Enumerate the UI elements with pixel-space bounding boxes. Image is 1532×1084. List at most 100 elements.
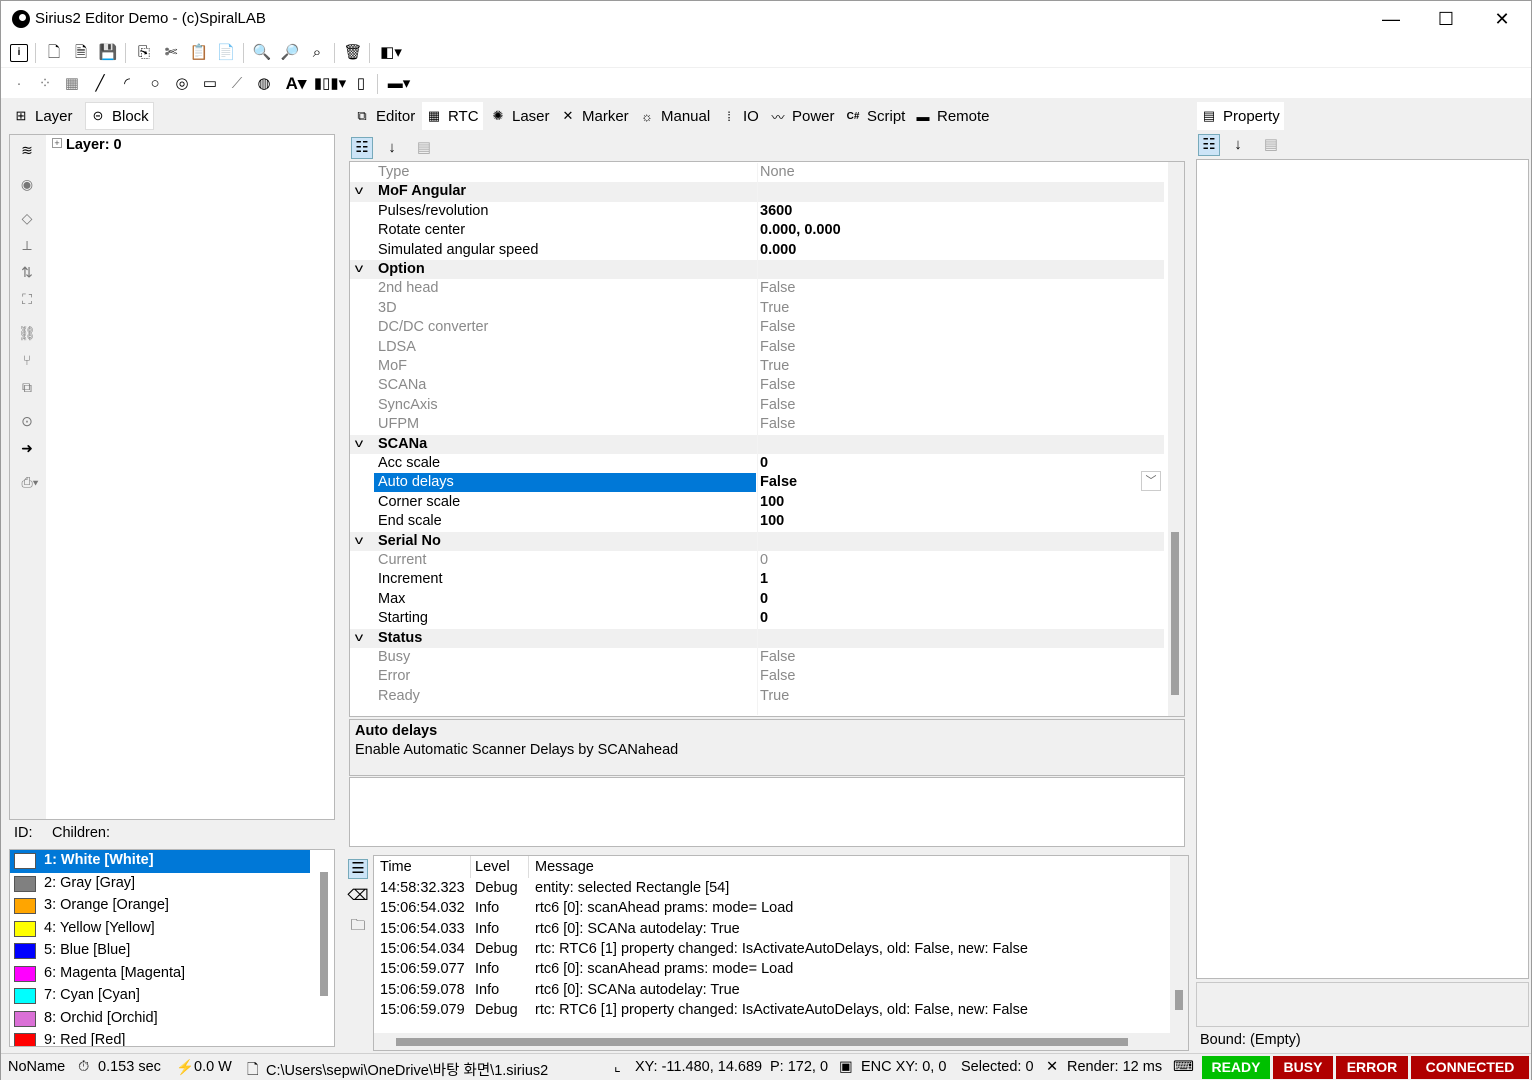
property-value[interactable]: False — [760, 668, 795, 684]
zoom-out-icon[interactable]: 🔍 — [253, 44, 272, 62]
layer-list-item[interactable]: 6: Magenta [Magenta] — [10, 963, 310, 986]
log-row[interactable]: 15:06:59.078 Info rtc6 [0]: SCANa autodela… — [374, 981, 1164, 1001]
collapse-chevron-icon[interactable]: v — [355, 261, 363, 275]
save-icon[interactable]: 💾 — [99, 44, 118, 62]
property-value[interactable]: False — [760, 649, 795, 665]
property-value[interactable]: False — [760, 416, 795, 432]
new-document-icon[interactable]: 🗋 — [45, 44, 63, 62]
log-list-icon[interactable]: ☰ — [348, 859, 368, 879]
arc-icon[interactable]: ◜ — [118, 75, 136, 93]
property-value[interactable]: 0.000, 0.000 — [760, 222, 841, 238]
collapse-chevron-icon[interactable]: v — [355, 183, 363, 197]
property-pages-icon[interactable]: ▤ — [413, 137, 435, 159]
zoom-fit-icon[interactable]: ⌕ — [308, 44, 326, 62]
tab-editor[interactable]: ⧉ Editor — [350, 102, 419, 130]
log-vscrollbar[interactable] — [1170, 856, 1188, 1050]
delete-icon[interactable]: 🗑 — [343, 44, 362, 62]
eraser-icon[interactable]: ⌫ — [347, 887, 368, 905]
fill-icon[interactable]: ◇ — [18, 209, 36, 227]
tab-script[interactable]: C# Script — [841, 102, 909, 130]
play-icon[interactable]: ➜ — [18, 439, 36, 457]
property-value[interactable]: 0 — [760, 591, 768, 607]
open-document-icon[interactable]: 🗎 — [72, 44, 90, 62]
property-value[interactable]: None — [760, 164, 795, 180]
layers-icon[interactable]: ≋ — [18, 141, 36, 159]
rectangle-icon[interactable]: ▭ — [201, 75, 219, 93]
tree-root[interactable]: Layer: 0 — [66, 137, 122, 153]
alphabetical-icon[interactable]: ↓ — [381, 137, 403, 159]
property-value[interactable]: 100 — [760, 494, 784, 510]
log-row[interactable]: 15:06:54.032 Info rtc6 [0]: scanAhead pram… — [374, 899, 1164, 919]
tab-io[interactable]: ⁞ IO — [717, 102, 763, 130]
layer-list-item[interactable]: 8: Orchid [Orchid] — [10, 1008, 310, 1031]
tab-manual[interactable]: ☼ Manual — [635, 102, 714, 130]
property-value[interactable]: True — [760, 358, 789, 374]
sort-icon[interactable]: ⇅ — [18, 263, 36, 281]
link-icon[interactable]: ⛓ — [18, 324, 36, 342]
property-value[interactable]: 0 — [760, 455, 768, 471]
property-value[interactable]: True — [760, 688, 789, 704]
raster-icon[interactable]: ▦ — [63, 75, 81, 93]
align-dropdown-icon[interactable]: ◧▾ — [377, 44, 405, 62]
copy-icon[interactable]: ⎘ — [135, 44, 153, 62]
layer-list-item[interactable]: 5: Blue [Blue] — [10, 940, 310, 963]
log-header-message[interactable]: Message — [535, 859, 594, 875]
function-dropdown-icon[interactable]: ▬▾ — [385, 75, 413, 93]
property-value[interactable]: False — [760, 397, 795, 413]
log-row[interactable]: 15:06:59.079 Debug rtc: RTC6 [1] property … — [374, 1001, 1164, 1021]
log-hscroll-thumb[interactable] — [396, 1038, 1128, 1046]
trepan-icon[interactable]: ◎ — [173, 75, 191, 93]
folder-icon[interactable]: 🗀 — [349, 917, 367, 935]
layer-list-item[interactable]: 3: Orange [Orange] — [10, 895, 310, 918]
property-pages-icon[interactable]: ▤ — [1260, 134, 1282, 156]
3d-icon[interactable]: ◉ — [18, 175, 36, 193]
layer-list-scrollbar[interactable] — [320, 872, 328, 996]
collapse-chevron-icon[interactable]: v — [355, 630, 363, 644]
close-button[interactable]: ✕ — [1473, 1, 1531, 37]
collapse-chevron-icon[interactable]: v — [355, 436, 363, 450]
log-row[interactable]: 15:06:54.034 Debug rtc: RTC6 [1] property … — [374, 940, 1164, 960]
layer-list-item[interactable]: 7: Cyan [Cyan] — [10, 985, 310, 1008]
property-value[interactable]: False — [760, 377, 795, 393]
snap-icon[interactable]: ⟂ — [18, 236, 36, 254]
spiral-icon[interactable]: ◍ — [255, 75, 273, 93]
point-icon[interactable]: · — [10, 75, 28, 93]
tab-marker[interactable]: ✕ Marker — [556, 102, 633, 130]
text-dropdown-icon[interactable]: A▾ — [282, 75, 310, 93]
log-vscroll-thumb[interactable] — [1175, 990, 1183, 1010]
property-value[interactable]: 0.000 — [760, 242, 796, 258]
tab-laser[interactable]: ✺ Laser — [486, 102, 554, 130]
log-hscrollbar[interactable] — [374, 1033, 1170, 1050]
export-dropdown-icon[interactable]: ⎙▾ — [18, 473, 42, 491]
circle-icon[interactable]: ○ — [146, 75, 164, 93]
categorized-icon[interactable]: ☷ — [351, 137, 373, 159]
layer-list-item[interactable]: 4: Yellow [Yellow] — [10, 918, 310, 941]
layer-list-item[interactable]: 1: White [White] — [10, 850, 310, 873]
image-icon[interactable]: ▯ — [352, 75, 370, 93]
grid-scrollbar[interactable] — [1168, 162, 1184, 716]
property-value[interactable]: 1 — [760, 571, 768, 587]
collapse-chevron-icon[interactable]: v — [355, 533, 363, 547]
log-header-level[interactable]: Level — [475, 859, 510, 875]
property-value[interactable]: 0 — [760, 552, 768, 568]
paste-icon[interactable]: 📋 — [190, 44, 209, 62]
property-value[interactable]: 0 — [760, 610, 768, 626]
tab-power[interactable]: 〰 Power — [766, 102, 839, 130]
zoom-in-icon[interactable]: 🔎 — [281, 44, 300, 62]
value-dropdown-button[interactable]: ﹀ — [1141, 471, 1161, 491]
log-header-time[interactable]: Time — [380, 859, 412, 875]
property-value[interactable]: False — [760, 280, 795, 296]
fit-icon[interactable]: ⛶ — [18, 290, 36, 308]
log-row[interactable]: 15:06:54.033 Info rtc6 [0]: SCANa autodela… — [374, 920, 1164, 940]
tab-property[interactable]: ▤ Property — [1197, 102, 1284, 130]
tab-rtc[interactable]: ▦ RTC — [422, 102, 483, 130]
log-row[interactable]: 14:58:32.323 Debug entity: selected Rectan… — [374, 879, 1164, 899]
minimize-button[interactable]: — — [1362, 1, 1420, 37]
branch-icon[interactable]: ⑂ — [18, 351, 36, 369]
clipboard-icon[interactable]: 📄 — [217, 44, 236, 62]
maximize-button[interactable]: ☐ — [1417, 1, 1475, 37]
property-value[interactable]: False — [760, 339, 795, 355]
property-value[interactable]: False — [760, 474, 797, 490]
property-value[interactable]: True — [760, 300, 789, 316]
log-row[interactable]: 15:06:59.077 Info rtc6 [0]: scanAhead pram… — [374, 960, 1164, 980]
